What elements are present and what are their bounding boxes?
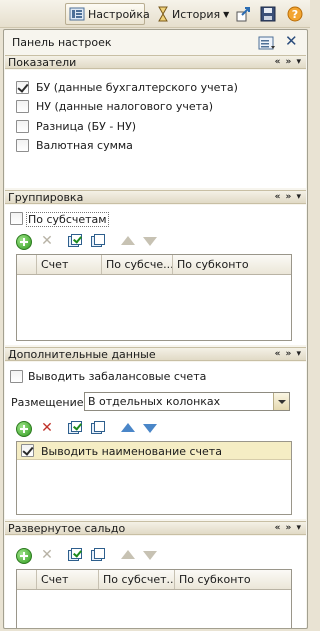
section-header-additional[interactable]: Дополнительные данные « » ▾ [5, 347, 306, 361]
section-title: Показатели [8, 56, 77, 69]
checkbox-label: БУ (данные бухгалтерского учета) [36, 81, 238, 94]
table-column-header[interactable]: По субсчет... [99, 570, 175, 589]
history-button[interactable]: История ▼ [153, 3, 230, 25]
table-column-header[interactable]: По субконто [175, 570, 291, 589]
history-icon [157, 6, 169, 22]
panel-options-icon[interactable] [258, 35, 276, 51]
settings-button[interactable]: Настройка [65, 3, 150, 25]
add-icon[interactable] [16, 421, 32, 437]
checkbox-label: Валютная сумма [36, 139, 133, 152]
placement-label: Размещение: [11, 396, 88, 409]
uncheck-all-icon[interactable] [90, 420, 106, 436]
delete-icon[interactable]: ✕ [39, 233, 55, 249]
checkbox-label: Выводить забалансовые счета [28, 370, 207, 383]
checkbox-label: Разница (БУ - НУ) [36, 120, 137, 133]
placement-dropdown[interactable]: В отдельных колонках [84, 392, 290, 411]
export-icon [236, 6, 252, 22]
section-controls-icon[interactable]: « » ▾ [275, 56, 302, 69]
section-title: Развернутое сальдо [8, 522, 126, 535]
table-header-spacer [17, 255, 37, 274]
settings-icon [69, 6, 85, 22]
checkbox-by-subaccounts[interactable] [10, 212, 23, 225]
section-header-indicators[interactable]: Показатели « » ▾ [5, 55, 306, 69]
section-body-additional: Выводить забалансовые счета Размещение: … [5, 362, 306, 519]
checkbox-label: НУ (данные налогового учета) [36, 100, 214, 113]
table-column-header[interactable]: Счет [37, 255, 102, 274]
section-controls-icon[interactable]: « » ▾ [275, 191, 302, 204]
add-icon[interactable] [16, 548, 32, 564]
delete-icon[interactable]: ✕ [39, 420, 55, 436]
panel-title: Панель настроек [12, 36, 112, 49]
check-all-icon[interactable] [67, 547, 83, 563]
uncheck-all-icon[interactable] [90, 547, 106, 563]
checkbox-show-account-name[interactable] [21, 444, 34, 457]
checkbox-nu[interactable] [16, 100, 29, 113]
grouping-table[interactable]: Счет По субсче... По субконто [16, 254, 292, 341]
table-header: Счет По субсче... По субконто [17, 255, 291, 275]
additional-list[interactable]: Выводить наименование счета [16, 441, 292, 515]
section-body-expanded-balance: ✕ Счет По субсчет... По субконто [5, 536, 306, 628]
svg-text:?: ? [292, 8, 298, 21]
section-title: Группировка [8, 191, 84, 204]
save-icon [260, 6, 276, 22]
add-icon[interactable] [16, 234, 32, 250]
export-button[interactable] [232, 3, 254, 25]
checkbox-offbalance[interactable] [10, 370, 23, 383]
section-body-indicators: БУ (данные бухгалтерского учета) НУ (дан… [5, 70, 306, 188]
section-body-grouping: По субсчетам ✕ Счет По субсче... По субк… [5, 205, 306, 345]
checkbox-currency[interactable] [16, 139, 29, 152]
chevron-down-icon[interactable] [273, 393, 289, 410]
history-button-label: История [172, 7, 221, 21]
move-up-icon[interactable] [120, 547, 136, 563]
section-header-grouping[interactable]: Группировка « » ▾ [5, 190, 306, 204]
checkbox-difference[interactable] [16, 120, 29, 133]
expanded-balance-table[interactable]: Счет По субсчет... По субконто [16, 569, 292, 628]
placement-value: В отдельных колонках [88, 395, 221, 408]
table-column-header[interactable]: Счет [37, 570, 99, 589]
check-all-icon[interactable] [67, 420, 83, 436]
move-up-icon[interactable] [120, 420, 136, 436]
move-down-icon[interactable] [142, 233, 158, 249]
chevron-down-icon: ▼ [223, 9, 230, 19]
help-icon: ? [287, 6, 303, 22]
move-up-icon[interactable] [120, 233, 136, 249]
check-all-icon[interactable] [67, 233, 83, 249]
list-item-label: Выводить наименование счета [41, 445, 222, 458]
checkbox-bu[interactable] [16, 81, 29, 94]
table-column-header[interactable]: По субсче... [102, 255, 173, 274]
save-button[interactable] [256, 3, 278, 25]
uncheck-all-icon[interactable] [90, 233, 106, 249]
checkbox-label: По субсчетам [26, 212, 109, 227]
top-toolbar: Настройка История ▼ ? [0, 0, 310, 28]
close-icon[interactable]: ✕ [285, 32, 298, 50]
section-controls-icon[interactable]: « » ▾ [275, 348, 302, 361]
settings-button-label: Настройка [88, 7, 150, 21]
section-title: Дополнительные данные [8, 348, 156, 361]
table-column-header[interactable]: По субконто [173, 255, 291, 274]
section-header-expanded-balance[interactable]: Развернутое сальдо « » ▾ [5, 521, 306, 535]
table-header: Счет По субсчет... По субконто [17, 570, 291, 590]
help-button[interactable]: ? [283, 3, 305, 25]
settings-panel: Панель настроек ✕ Показатели « » ▾ БУ (д… [3, 29, 308, 629]
move-down-icon[interactable] [142, 420, 158, 436]
delete-icon[interactable]: ✕ [39, 547, 55, 563]
section-controls-icon[interactable]: « » ▾ [275, 522, 302, 535]
move-down-icon[interactable] [142, 547, 158, 563]
table-header-spacer [17, 570, 37, 589]
